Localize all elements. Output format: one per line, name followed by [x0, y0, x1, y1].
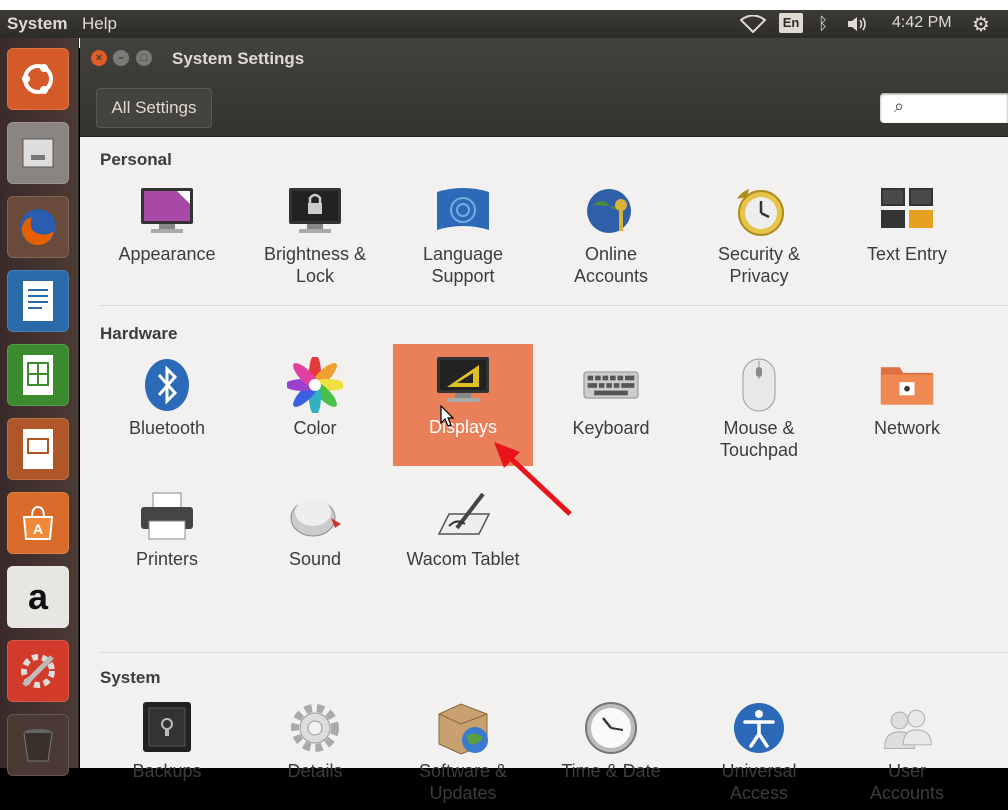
- maximize-icon[interactable]: □: [136, 50, 152, 66]
- system-settings-window: × – □ System Settings All Settings ⌕ Per…: [80, 38, 1008, 803]
- item-color[interactable]: Color: [245, 349, 385, 467]
- trash-icon[interactable]: [7, 714, 69, 776]
- section-title-personal: Personal: [100, 150, 172, 169]
- section-divider: [100, 305, 1008, 306]
- menu-help[interactable]: Help: [82, 14, 117, 34]
- clock-icon: [583, 700, 639, 756]
- item-security-privacy[interactable]: Security & Privacy: [689, 175, 829, 293]
- item-label: Backups: [132, 761, 202, 781]
- speaker-icon: [287, 488, 343, 544]
- section-divider: [100, 652, 1008, 653]
- item-label: Appearance: [118, 244, 216, 264]
- item-language-support[interactable]: Language Support: [393, 175, 533, 293]
- search-input[interactable]: ⌕: [880, 93, 1008, 123]
- window-title: System Settings: [172, 49, 305, 68]
- ubuntu-dash-icon[interactable]: [7, 48, 69, 110]
- item-backups[interactable]: Backups: [97, 692, 237, 810]
- keyboard-icon: [583, 357, 639, 413]
- user-accounts-icon: [879, 700, 935, 756]
- item-bluetooth[interactable]: Bluetooth: [97, 349, 237, 467]
- text-entry-icon: [879, 183, 935, 239]
- item-details[interactable]: Details: [245, 692, 385, 810]
- displays-icon: [435, 352, 491, 408]
- item-online-accounts[interactable]: Online Accounts: [541, 175, 681, 293]
- network-folder-icon: [879, 357, 935, 413]
- item-label: Security & Privacy: [717, 244, 801, 286]
- item-user-accounts[interactable]: User Accounts: [837, 692, 977, 810]
- online-accounts-icon: [583, 183, 639, 239]
- item-label: Brightness & Lock: [263, 244, 367, 286]
- item-appearance[interactable]: Appearance: [97, 175, 237, 293]
- item-sound[interactable]: Sound: [245, 480, 385, 598]
- item-label: Wacom Tablet: [406, 549, 520, 569]
- item-text-entry[interactable]: Text Entry: [837, 175, 977, 293]
- keyboard-language-indicator[interactable]: En: [779, 13, 803, 33]
- item-label: Details: [287, 761, 343, 781]
- brightness-lock-icon: [287, 183, 343, 239]
- title-bar: × – □ System Settings: [80, 38, 1008, 80]
- item-label: Time & Date: [561, 761, 661, 781]
- item-label: Language Support: [422, 244, 504, 286]
- item-label: Online Accounts: [573, 244, 649, 286]
- firefox-icon[interactable]: [7, 196, 69, 258]
- security-privacy-icon: [731, 183, 787, 239]
- universal-access-icon: [731, 700, 787, 756]
- toolbar: All Settings ⌕: [80, 80, 1008, 137]
- item-label: Displays: [428, 417, 498, 437]
- item-label: Keyboard: [572, 418, 650, 438]
- details-gear-icon: [287, 700, 343, 756]
- close-icon[interactable]: ×: [91, 50, 107, 66]
- item-label: Color: [293, 418, 337, 438]
- item-label: Sound: [288, 549, 342, 569]
- red-arrow-annotation-icon: [494, 442, 572, 516]
- writer-icon[interactable]: [7, 270, 69, 332]
- item-mouse-touchpad[interactable]: Mouse & Touchpad: [689, 349, 829, 467]
- item-software-updates[interactable]: Software & Updates: [393, 692, 533, 810]
- item-brightness-lock[interactable]: Brightness & Lock: [245, 175, 385, 293]
- search-icon: ⌕: [894, 96, 905, 116]
- calc-icon[interactable]: [7, 344, 69, 406]
- all-settings-button[interactable]: All Settings: [96, 88, 212, 128]
- item-label: Universal Access: [721, 761, 797, 803]
- software-center-icon[interactable]: A: [7, 492, 69, 554]
- system-settings-icon[interactable]: [7, 640, 69, 702]
- item-network[interactable]: Network: [837, 349, 977, 467]
- item-label: Software & Updates: [418, 761, 508, 803]
- files-icon[interactable]: [7, 122, 69, 184]
- svg-text:A: A: [33, 521, 43, 537]
- mouse-pointer-icon: [440, 405, 454, 427]
- item-printers[interactable]: Printers: [97, 480, 237, 598]
- printer-icon: [139, 488, 195, 544]
- wifi-icon[interactable]: [739, 14, 767, 38]
- backups-safe-icon: [139, 700, 195, 756]
- item-label: Text Entry: [866, 244, 948, 264]
- item-label: Bluetooth: [128, 418, 206, 438]
- top-bar: System Help En ᛒ 4:42 PM ⚙: [0, 10, 1008, 38]
- minimize-icon[interactable]: –: [113, 50, 129, 66]
- language-flag-icon: [435, 183, 491, 239]
- item-time-date[interactable]: Time & Date: [541, 692, 681, 810]
- wacom-tablet-icon: [435, 488, 491, 544]
- mouse-icon: [731, 357, 787, 413]
- launcher: A a: [0, 38, 79, 776]
- item-label: Printers: [135, 549, 198, 569]
- item-label: Mouse & Touchpad: [719, 418, 799, 460]
- bluetooth-icon: [139, 357, 195, 413]
- volume-icon[interactable]: [846, 15, 872, 38]
- item-universal-access[interactable]: Universal Access: [689, 692, 829, 810]
- software-updates-icon: [435, 700, 491, 756]
- section-title-system: System: [100, 668, 161, 687]
- item-label: Network: [873, 418, 940, 438]
- amazon-icon[interactable]: a: [7, 566, 69, 628]
- session-gear-icon[interactable]: ⚙: [972, 12, 990, 37]
- bluetooth-icon[interactable]: ᛒ: [818, 14, 828, 34]
- item-label: User Accounts: [869, 761, 945, 803]
- section-title-hardware: Hardware: [100, 324, 178, 343]
- impress-icon[interactable]: [7, 418, 69, 480]
- color-icon: [287, 357, 343, 413]
- appearance-icon: [139, 183, 195, 239]
- clock[interactable]: 4:42 PM: [892, 14, 952, 32]
- menu-system[interactable]: System: [7, 14, 67, 34]
